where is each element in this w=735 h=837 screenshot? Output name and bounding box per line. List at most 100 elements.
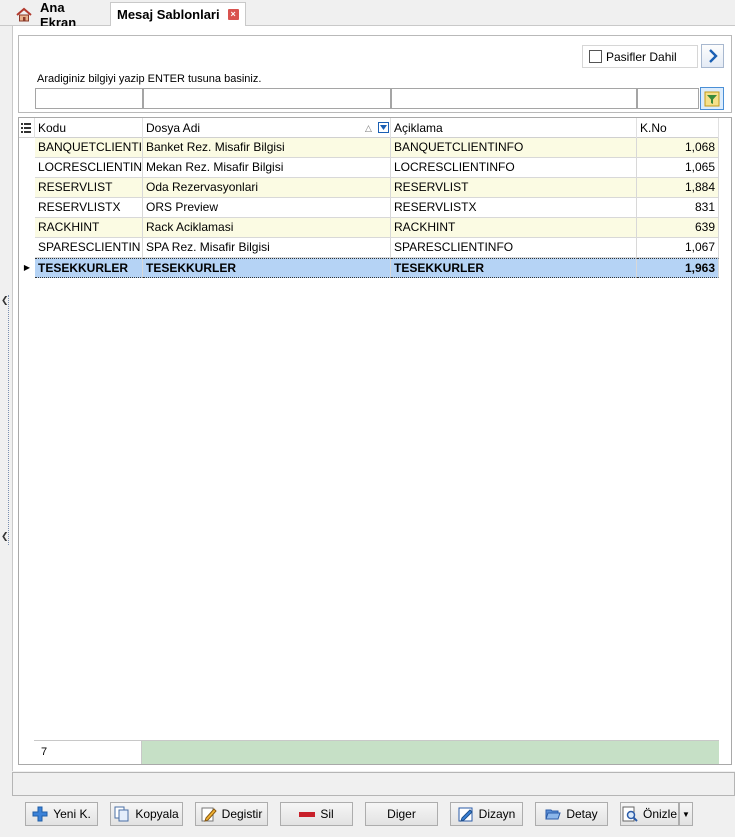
button-label: Dizayn xyxy=(478,807,516,821)
dizayn-button[interactable]: Dizayn xyxy=(450,802,523,826)
templates-grid: Kodu Dosya Adi △ Açiklama K.No BANQUETCL… xyxy=(18,117,732,765)
edit-icon xyxy=(201,806,217,822)
column-chooser-icon[interactable] xyxy=(19,118,35,138)
pasifler-label: Pasifler Dahil xyxy=(606,49,677,64)
caret-down-icon: ▼ xyxy=(682,810,690,819)
cell-aciklama[interactable]: LOCRESCLIENTINFO xyxy=(391,158,637,178)
degistir-button[interactable]: Degistir xyxy=(195,802,268,826)
button-label: Degistir xyxy=(221,807,263,821)
cell-kno[interactable]: 831 xyxy=(637,198,719,218)
onizle-dropdown-button[interactable]: ▼ xyxy=(679,802,693,826)
table-row[interactable]: LOCRESCLIENTIN Mekan Rez. Misafir Bilgisi… xyxy=(19,158,719,178)
status-strip xyxy=(12,772,735,796)
design-icon xyxy=(458,806,474,822)
next-button[interactable] xyxy=(701,44,724,68)
table-row[interactable]: RACKHINT Rack Aciklamasi RACKHINT 639 xyxy=(19,218,719,238)
cell-kodu[interactable]: RESERVLIST xyxy=(35,178,143,198)
cell-kno[interactable]: 639 xyxy=(637,218,719,238)
column-header-kno[interactable]: K.No xyxy=(637,118,719,138)
cell-dosya-adi[interactable]: Rack Aciklamasi xyxy=(143,218,391,238)
cell-dosya-adi[interactable]: Mekan Rez. Misafir Bilgisi xyxy=(143,158,391,178)
search-hint: Aradiginiz bilgiyi yazip ENTER tusuna ba… xyxy=(37,73,262,85)
column-header-aciklama[interactable]: Açiklama xyxy=(391,118,637,138)
minus-icon xyxy=(299,806,316,822)
button-label: Yeni K. xyxy=(53,807,91,821)
table-row[interactable]: RESERVLIST Oda Rezervasyonlari RESERVLIST 1… xyxy=(19,178,719,198)
pasifler-dahil-toggle[interactable]: Pasifler Dahil xyxy=(582,45,698,68)
table-row[interactable]: RESERVLISTX ORS Preview RESERVLISTX 831 xyxy=(19,198,719,218)
search-field-aciklama[interactable] xyxy=(391,88,637,109)
button-label: Önizle xyxy=(642,807,677,821)
sil-button[interactable]: Sil xyxy=(280,802,353,826)
search-field-kodu[interactable] xyxy=(35,88,143,109)
cell-dosya-adi[interactable]: Oda Rezervasyonlari xyxy=(143,178,391,198)
cell-kno[interactable]: 1,963 xyxy=(637,258,719,278)
onizle-button[interactable]: Önizle xyxy=(620,802,679,826)
detay-button[interactable]: Detay xyxy=(535,802,608,826)
cell-kno[interactable]: 1,884 xyxy=(637,178,719,198)
side-collapse-handle[interactable]: ❮ ❮ xyxy=(0,295,9,545)
cell-aciklama[interactable]: SPARESCLIENTINFO xyxy=(391,238,637,258)
footer-summary-bar xyxy=(142,741,719,764)
cell-aciklama[interactable]: RACKHINT xyxy=(391,218,637,238)
cell-kodu[interactable]: RACKHINT xyxy=(35,218,143,238)
cell-kodu[interactable]: SPARESCLIENTIN xyxy=(35,238,143,258)
cell-kodu[interactable]: LOCRESCLIENTIN xyxy=(35,158,143,178)
cell-kno[interactable]: 1,067 xyxy=(637,238,719,258)
grid-header: Kodu Dosya Adi △ Açiklama K.No xyxy=(19,118,719,138)
chevron-left-icon: ❮ xyxy=(1,531,9,541)
cell-dosya-adi[interactable]: SPA Rez. Misafir Bilgisi xyxy=(143,238,391,258)
column-filter-icon[interactable] xyxy=(378,122,389,133)
row-indicator xyxy=(19,238,35,258)
row-indicator xyxy=(19,138,35,158)
row-indicator xyxy=(19,218,35,238)
button-label: Kopyala xyxy=(135,807,179,821)
grid-footer: 7 xyxy=(34,740,719,764)
chevron-right-icon xyxy=(708,49,718,63)
home-icon xyxy=(16,7,32,23)
cell-aciklama[interactable]: BANQUETCLIENTINFO xyxy=(391,138,637,158)
row-indicator xyxy=(19,178,35,198)
folder-open-icon xyxy=(545,806,562,822)
tab-mesaj-sablonlari[interactable]: Mesaj Sablonlari × xyxy=(110,2,246,27)
preview-icon xyxy=(622,806,638,822)
search-field-dosya-adi[interactable] xyxy=(143,88,391,109)
cell-aciklama[interactable]: TESEKKURLER xyxy=(391,258,637,278)
plus-icon xyxy=(32,806,48,822)
cell-aciklama[interactable]: RESERVLIST xyxy=(391,178,637,198)
cell-kno[interactable]: 1,068 xyxy=(637,138,719,158)
row-count: 7 xyxy=(34,741,142,764)
cell-dosya-adi[interactable]: TESEKKURLER xyxy=(143,258,391,278)
kopyala-button[interactable]: Kopyala xyxy=(110,802,183,826)
column-header-label: Dosya Adi xyxy=(146,121,201,135)
table-row[interactable]: BANQUETCLIENTI Banket Rez. Misafir Bilgis… xyxy=(19,138,719,158)
tab-label: Mesaj Sablonlari xyxy=(117,7,220,22)
search-field-kno[interactable] xyxy=(637,88,699,109)
column-header-kodu[interactable]: Kodu xyxy=(35,118,143,138)
cell-dosya-adi[interactable]: Banket Rez. Misafir Bilgisi xyxy=(143,138,391,158)
button-label: Detay xyxy=(566,807,598,821)
tab-ana-ekran[interactable]: Ana Ekran xyxy=(10,0,110,30)
tab-strip: Ana Ekran Mesaj Sablonlari × xyxy=(0,0,735,30)
button-label: Sil xyxy=(320,807,334,821)
cell-aciklama[interactable]: RESERVLISTX xyxy=(391,198,637,218)
table-row[interactable]: SPARESCLIENTIN SPA Rez. Misafir Bilgisi SP… xyxy=(19,238,719,258)
action-toolbar: Yeni K. Kopyala Degistir Sil Diger Dizay… xyxy=(12,797,735,837)
current-row-indicator-icon: ▶ xyxy=(23,263,31,272)
chevron-left-icon: ❮ xyxy=(1,295,9,305)
column-header-dosya-adi[interactable]: Dosya Adi △ xyxy=(143,118,391,138)
yeni-button[interactable]: Yeni K. xyxy=(25,802,98,826)
filter-button[interactable] xyxy=(700,87,724,110)
cell-dosya-adi[interactable]: ORS Preview xyxy=(143,198,391,218)
sort-ascending-icon: △ xyxy=(365,123,372,133)
cell-kno[interactable]: 1,065 xyxy=(637,158,719,178)
row-indicator xyxy=(19,198,35,218)
table-row[interactable]: ▶ TESEKKURLER TESEKKURLER TESEKKURLER 1,963 xyxy=(19,258,719,278)
cell-kodu[interactable]: RESERVLISTX xyxy=(35,198,143,218)
cell-kodu[interactable]: BANQUETCLIENTI xyxy=(35,138,143,158)
diger-button[interactable]: Diger xyxy=(365,802,438,826)
row-indicator xyxy=(19,158,35,178)
close-icon[interactable]: × xyxy=(227,9,239,20)
cell-kodu[interactable]: TESEKKURLER xyxy=(35,258,143,278)
pasifler-checkbox[interactable] xyxy=(589,50,602,63)
